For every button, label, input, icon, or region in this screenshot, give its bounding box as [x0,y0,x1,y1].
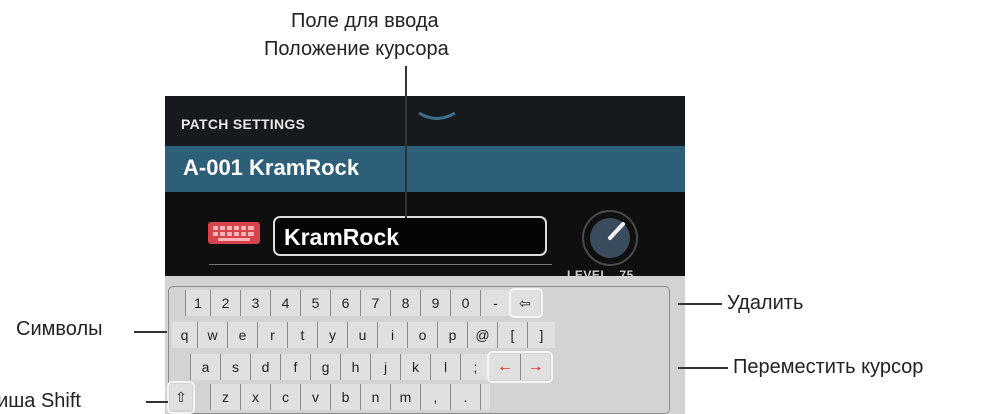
callout-line-input-field [405,66,407,218]
cursor-right-key[interactable]: → [520,354,550,380]
key-b[interactable]: b [330,384,360,410]
key-o[interactable]: o [407,322,437,348]
annotation-delete: Удалить [727,292,804,314]
backspace-key[interactable]: ⇦ [510,290,540,316]
key-x[interactable]: x [240,384,270,410]
key-v[interactable]: v [300,384,330,410]
device-screen: PATCH SETTINGS A-001 KramRock KramRock L… [165,96,685,414]
annotation-shift-key: Клавиша Shift [0,390,81,412]
key-9[interactable]: 9 [420,290,450,316]
keyboard-row-end [480,384,490,410]
key-period[interactable]: . [450,384,480,410]
key-y[interactable]: y [317,322,347,348]
key-right-bracket[interactable]: ] [527,322,555,348]
callout-line-delete [678,303,722,305]
annotation-cursor-position: Положение курсора [264,38,449,60]
callout-line-move-cursor [678,367,728,369]
name-input-field[interactable]: KramRock [273,216,547,256]
key-u[interactable]: u [347,322,377,348]
key-z[interactable]: z [210,384,240,410]
key-0[interactable]: 0 [450,290,480,316]
key-2[interactable]: 2 [210,290,240,316]
key-q[interactable]: q [172,322,197,348]
key-1[interactable]: 1 [185,290,210,316]
key-w[interactable]: w [197,322,227,348]
header-bar: PATCH SETTINGS [165,96,685,146]
shift-key[interactable]: ⇧ [170,384,192,410]
patch-name: A-001 KramRock [183,155,360,180]
key-a[interactable]: a [190,354,220,380]
key-3[interactable]: 3 [240,290,270,316]
key-k[interactable]: k [400,354,430,380]
key-7[interactable]: 7 [360,290,390,316]
key-l[interactable]: l [430,354,460,380]
key-g[interactable]: g [310,354,340,380]
key-4[interactable]: 4 [270,290,300,316]
key-6[interactable]: 6 [330,290,360,316]
input-underline [209,264,552,265]
key-e[interactable]: e [227,322,257,348]
key-p[interactable]: p [437,322,467,348]
annotation-input-field: Поле для ввода [291,10,439,32]
keyboard-icon [208,222,260,244]
cursor-left-key[interactable]: ← [490,354,520,380]
key-8[interactable]: 8 [390,290,420,316]
key-c[interactable]: c [270,384,300,410]
key-n[interactable]: n [360,384,390,410]
annotation-symbols: Символы [16,318,103,340]
key-at[interactable]: @ [467,322,497,348]
key-i[interactable]: i [377,322,407,348]
key-semicolon[interactable]: ; [460,354,490,380]
name-input-value: KramRock [284,224,400,250]
on-screen-keyboard: 1 2 3 4 5 6 7 8 9 0 - ⇦ q w e r t y u i … [165,276,685,414]
key-h[interactable]: h [340,354,370,380]
callout-line-shift [146,401,168,403]
callout-line-symbols [134,331,167,333]
key-5[interactable]: 5 [300,290,330,316]
key-r[interactable]: r [257,322,287,348]
patch-name-bar: A-001 KramRock [165,146,685,192]
key-minus[interactable]: - [480,290,510,316]
annotation-move-cursor: Переместить курсор [733,356,924,378]
key-d[interactable]: d [250,354,280,380]
chevron-down-icon[interactable] [417,110,457,126]
key-m[interactable]: m [390,384,420,410]
key-left-bracket[interactable]: [ [497,322,527,348]
key-comma[interactable]: , [420,384,450,410]
level-knob[interactable] [579,210,641,268]
key-f[interactable]: f [280,354,310,380]
header-title: PATCH SETTINGS [181,116,306,132]
key-j[interactable]: j [370,354,400,380]
key-s[interactable]: s [220,354,250,380]
key-t[interactable]: t [287,322,317,348]
